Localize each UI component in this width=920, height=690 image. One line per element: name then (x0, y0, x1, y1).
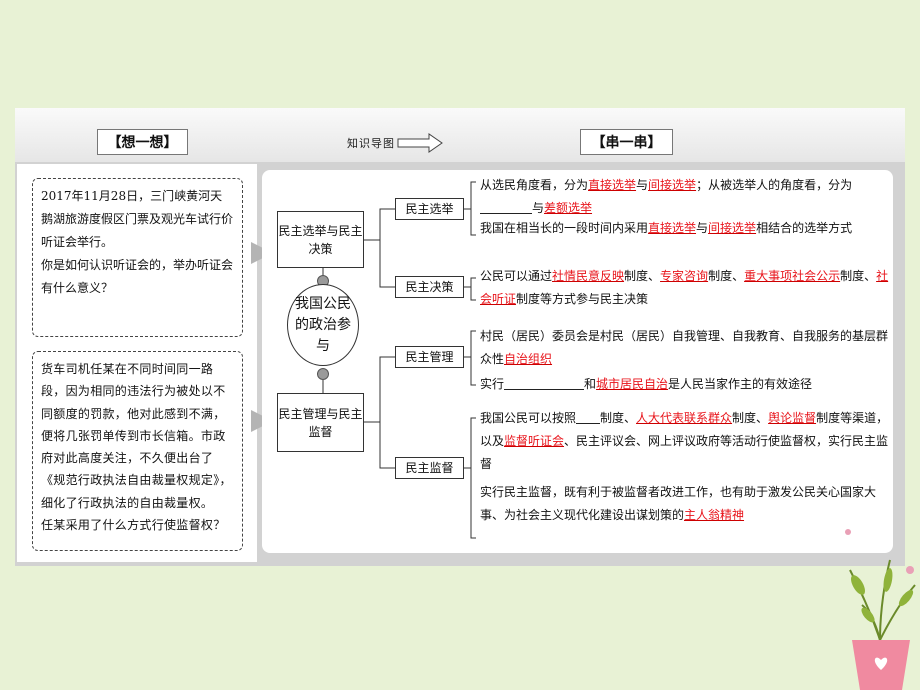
answer-blank (504, 377, 585, 390)
answer-text: 主人翁精神 (684, 508, 745, 522)
answer-text: 间接选举 (648, 178, 697, 192)
management-autonomy-text: 实行 和城市居民自治是人民当家作主的有效途径 (480, 377, 813, 391)
answer-text: 差额选举 (544, 201, 593, 215)
answer-text: 社情民意反映 (552, 269, 625, 283)
flowerpot-decoration (845, 529, 916, 690)
center-topic: 我国公民的政治参与 (287, 284, 359, 366)
supervision-channels-text: 我国公民可以按照 制度、人大代表联系群众制度、舆论监督制度等渠道，以及监督听证会、… (480, 411, 889, 471)
answer-text: 直接选举 (648, 221, 697, 235)
answer-blank (480, 201, 532, 214)
node-democratic-supervision: 民主监督 (395, 457, 464, 479)
node-democratic-management: 民主管理 (395, 346, 464, 368)
answer-text: 自治组织 (504, 352, 553, 366)
election-types-text: 从选民角度看，分为直接选举与间接选举；从被选举人的角度看，分为与差额选举 (480, 178, 853, 215)
answer-text: 舆论监督 (768, 411, 817, 425)
answer-text: 专家咨询 (660, 269, 709, 283)
answer-text: 人大代表联系群众 (636, 411, 733, 425)
supervision-significance-text: 实行民主监督，既有利于被监督者改进工作，也有助于激发公民关心国家大事、为社会主义… (480, 485, 877, 522)
answer-text: 城市居民自治 (596, 377, 669, 391)
node-management-supervision: 民主管理与民主监督 (277, 393, 364, 452)
node-democratic-election: 民主选举 (395, 198, 464, 220)
decision-text: 公民可以通过社情民意反映制度、专家咨询制度、重大事项社会公示制度、社会听证制度等… (480, 269, 889, 306)
node-election-decision: 民主选举与民主决策 (277, 211, 364, 268)
answer-text: 监督听证会 (504, 434, 565, 448)
connector-dot (317, 368, 329, 380)
management-committee-text: 村民（居民）委员会是村民（居民）自我管理、自我教育、自我服务的基层群众性自治组织 (480, 329, 889, 366)
node-democratic-decision: 民主决策 (395, 276, 464, 298)
answer-blank (576, 411, 601, 424)
answer-text: 间接选举 (708, 221, 757, 235)
answer-text: 重大事项社会公示 (744, 269, 841, 283)
answer-text: 直接选举 (588, 178, 637, 192)
election-method-text: 我国在相当长的一段时间内采用直接选举与间接选举相结合的选举方式 (480, 221, 853, 235)
